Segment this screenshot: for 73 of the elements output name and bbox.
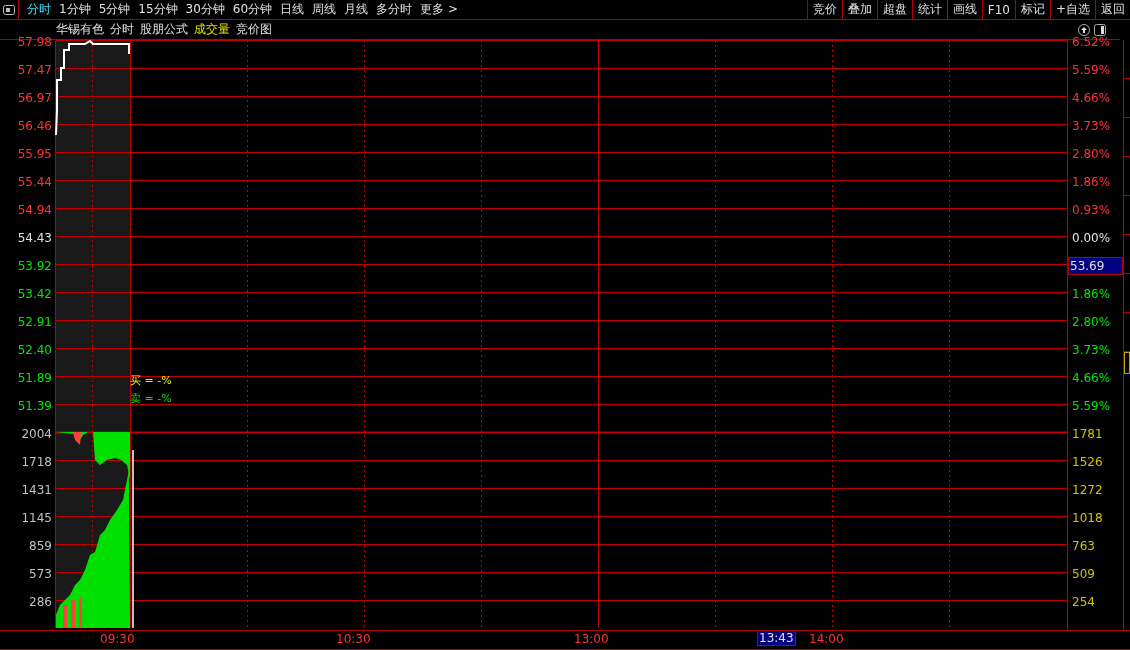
time-label: 13:00: [574, 632, 609, 646]
axis-label: 1272: [1071, 482, 1104, 498]
axis-label: 5.59%: [1071, 62, 1112, 78]
indicator-label[interactable]: 分时: [110, 21, 134, 38]
time-label: 14:00: [809, 632, 844, 646]
axis-label: 1.86%: [1071, 174, 1112, 190]
axis-label: 286: [28, 594, 53, 610]
period-tab[interactable]: 日线: [276, 0, 309, 19]
axis-label: 0.93%: [1071, 202, 1112, 218]
period-tab[interactable]: 多分时: [372, 0, 417, 19]
axis-label: 52.40: [16, 342, 53, 358]
axis-label: 55.44: [16, 174, 53, 190]
axis-label: 254: [1071, 594, 1096, 610]
period-tab[interactable]: 15分钟: [134, 0, 182, 19]
toolbar-button[interactable]: F10: [981, 0, 1015, 19]
toolbar-button[interactable]: 超盘: [876, 0, 912, 19]
axis-label: 54.43: [16, 230, 53, 246]
axis-label: 1718: [20, 454, 53, 470]
axis-label: 2.80%: [1071, 314, 1112, 330]
axis-label: 1781: [1071, 426, 1104, 442]
axis-label: 1526: [1071, 454, 1104, 470]
axis-label: 1145: [20, 510, 53, 526]
toolbar-button[interactable]: 标记: [1014, 0, 1050, 19]
stock-name: 华锡有色: [56, 21, 104, 38]
upload-icon[interactable]: [1078, 23, 1090, 36]
time-label: 10:30: [336, 632, 371, 646]
cursor-price-label: 53.69: [1068, 257, 1123, 275]
axis-label: 57.47: [16, 62, 53, 78]
axis-label: 3.73%: [1071, 118, 1112, 134]
axis-label: 1431: [20, 482, 53, 498]
axis-label: 1.86%: [1071, 286, 1112, 302]
toolbar-button[interactable]: +自选: [1049, 0, 1095, 19]
toolbar-button[interactable]: 竞价: [806, 0, 842, 19]
axis-label: 51.39: [16, 398, 53, 414]
axis-label: 53.42: [16, 286, 53, 302]
indicator-label[interactable]: 竞价图: [236, 21, 272, 38]
panel-toggle-icon[interactable]: [1094, 23, 1106, 36]
toolbar-button[interactable]: 画线: [946, 0, 982, 19]
axis-label: 2004: [20, 426, 53, 442]
panel-toggle-icon[interactable]: [3, 4, 15, 15]
period-tab[interactable]: 1分钟: [55, 0, 95, 19]
period-tab[interactable]: 30分钟: [181, 0, 229, 19]
axis-label: 3.73%: [1071, 342, 1112, 358]
indicator-label[interactable]: 成交量: [194, 21, 230, 38]
period-tab[interactable]: 60分钟: [228, 0, 277, 19]
axis-label: 859: [28, 538, 53, 554]
axis-label: 763: [1071, 538, 1096, 554]
axis-label: 1018: [1071, 510, 1104, 526]
axis-label: 52.91: [16, 314, 53, 330]
axis-label: 55.95: [16, 146, 53, 162]
cursor-time-label: 13:43: [757, 630, 796, 646]
period-tab[interactable]: 周线: [308, 0, 341, 19]
axis-label: 573: [28, 566, 53, 582]
toolbar-button[interactable]: 返回: [1095, 0, 1130, 19]
axis-label: 0.00%: [1071, 230, 1112, 246]
axis-label: 51.89: [16, 370, 53, 386]
axis-label: 509: [1071, 566, 1096, 582]
axis-label: 5.59%: [1071, 398, 1112, 414]
axis-label: 4.66%: [1071, 370, 1112, 386]
axis-label: 4.66%: [1071, 90, 1112, 106]
period-tab[interactable]: 更多 >: [416, 0, 462, 19]
axis-label: 56.46: [16, 118, 53, 134]
axis-label: 54.94: [16, 202, 53, 218]
axis-label: 2.80%: [1071, 146, 1112, 162]
period-tab[interactable]: 月线: [340, 0, 373, 19]
period-tab[interactable]: 分时: [23, 0, 55, 19]
time-label: 09:30: [100, 632, 135, 646]
indicator-label[interactable]: 股朋公式: [140, 21, 188, 38]
axis-label: 53.92: [16, 258, 53, 274]
toolbar-button[interactable]: 统计: [911, 0, 947, 19]
axis-label: 56.97: [16, 90, 53, 106]
period-tab[interactable]: 5分钟: [94, 0, 135, 19]
toolbar-button[interactable]: 叠加: [841, 0, 877, 19]
